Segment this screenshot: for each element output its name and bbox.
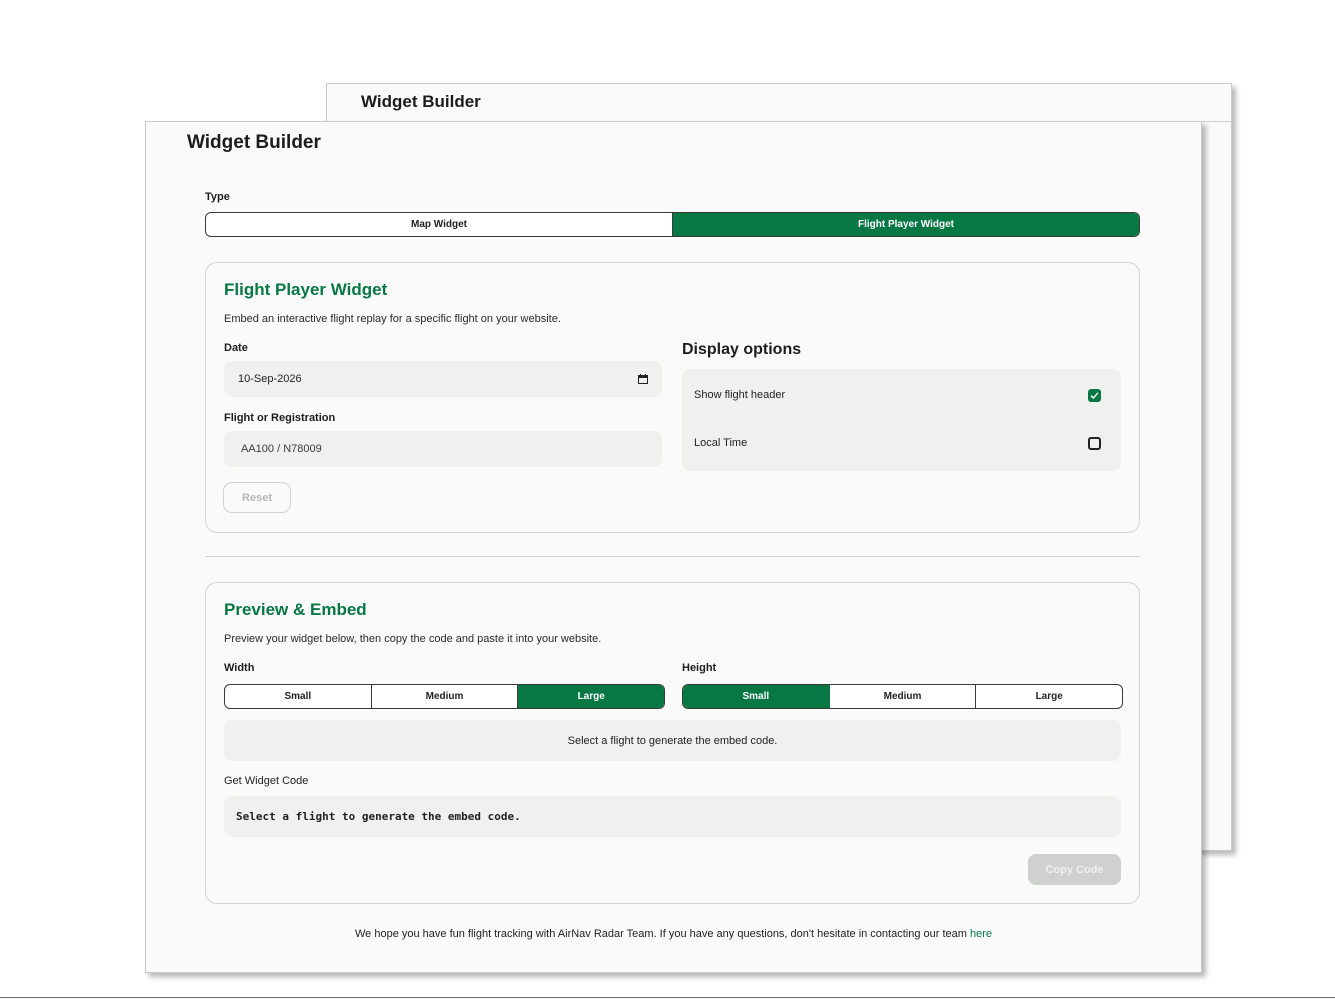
option-local-time[interactable]: Local Time <box>694 433 1101 453</box>
option-label: Local Time <box>694 437 748 449</box>
copy-code-button[interactable]: Copy Code <box>1028 854 1121 885</box>
preview-area: Select a flight to generate the embed co… <box>224 720 1121 761</box>
panel-description: Embed an interactive flight replay for a… <box>224 313 561 325</box>
local-time-checkbox[interactable] <box>1088 436 1101 450</box>
width-option-medium[interactable]: Medium <box>372 685 519 708</box>
embed-code-box[interactable]: Select a flight to generate the embed co… <box>224 796 1121 837</box>
flight-input-placeholder: AA100 / N78009 <box>241 443 322 455</box>
type-option-flight-player-widget[interactable]: Flight Player Widget <box>673 213 1139 236</box>
preview-embed-panel: Preview & Embed Preview your widget belo… <box>205 582 1140 904</box>
panel-title: Preview & Embed <box>224 600 367 619</box>
panel-title: Flight Player Widget <box>224 280 388 299</box>
calendar-icon[interactable] <box>638 374 648 384</box>
panel-description: Preview your widget below, then copy the… <box>224 633 602 645</box>
footer-text: We hope you have fun flight tracking wit… <box>354 928 970 940</box>
height-selector: Small Medium Large <box>682 684 1123 709</box>
section-divider <box>205 556 1140 557</box>
flight-input[interactable]: AA100 / N78009 <box>224 431 662 467</box>
height-label: Height <box>682 662 717 674</box>
date-value: 10-Sep-2026 <box>238 373 302 385</box>
contact-link[interactable]: here <box>970 928 992 940</box>
width-option-small[interactable]: Small <box>225 685 372 708</box>
reset-button[interactable]: Reset <box>223 482 291 513</box>
embed-code-text: Select a flight to generate the embed co… <box>236 810 521 823</box>
height-option-large[interactable]: Large <box>976 685 1122 708</box>
background-window-title: Widget Builder <box>361 92 481 111</box>
option-show-flight-header[interactable]: Show flight header <box>694 385 1101 405</box>
height-option-small[interactable]: Small <box>683 685 830 708</box>
check-icon <box>1090 391 1099 399</box>
flight-label: Flight or Registration <box>224 412 336 424</box>
bottom-edge <box>0 997 1335 998</box>
type-label: Type <box>205 191 230 203</box>
display-options-title: Display options <box>682 341 802 358</box>
type-option-map-widget[interactable]: Map Widget <box>206 213 673 236</box>
display-options-box: Show flight header Local Time <box>682 369 1121 471</box>
option-label: Show flight header <box>694 389 786 401</box>
preview-message: Select a flight to generate the embed co… <box>567 734 778 747</box>
width-selector: Small Medium Large <box>224 684 665 709</box>
width-option-large[interactable]: Large <box>518 685 664 708</box>
footer: We hope you have fun flight tracking wit… <box>146 928 1201 940</box>
show-flight-header-checkbox[interactable] <box>1088 388 1101 402</box>
page-title: Widget Builder <box>187 132 321 153</box>
code-label: Get Widget Code <box>224 775 309 787</box>
height-option-medium[interactable]: Medium <box>830 685 977 708</box>
widget-builder-window: Widget Builder Type Map Widget Flight Pl… <box>145 121 1202 973</box>
date-label: Date <box>224 342 248 354</box>
width-label: Width <box>224 662 255 674</box>
date-input[interactable]: 10-Sep-2026 <box>224 361 662 397</box>
flight-player-config-panel: Flight Player Widget Embed an interactiv… <box>205 262 1140 533</box>
type-selector: Map Widget Flight Player Widget <box>205 212 1140 237</box>
